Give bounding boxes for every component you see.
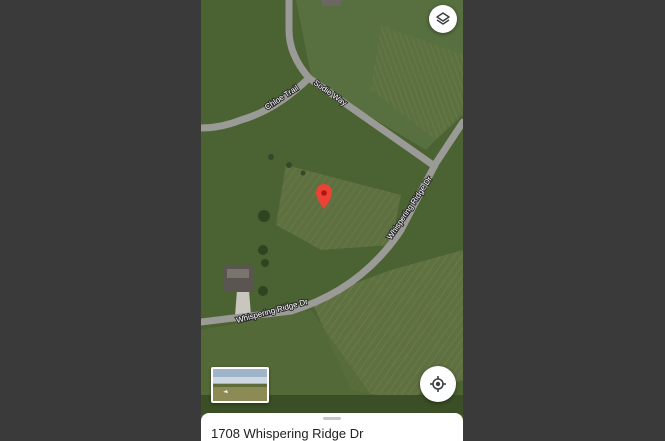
street-view-image bbox=[213, 369, 267, 401]
street-view-thumbnail[interactable] bbox=[211, 367, 269, 403]
my-location-button[interactable] bbox=[420, 366, 456, 402]
house-roof bbox=[227, 269, 249, 278]
tree bbox=[286, 162, 292, 168]
building bbox=[322, 0, 341, 6]
my-location-icon bbox=[430, 376, 446, 392]
place-address: 1708 Whispering Ridge Dr bbox=[211, 426, 364, 441]
sheet-drag-handle[interactable] bbox=[323, 417, 341, 420]
layers-button[interactable] bbox=[429, 5, 457, 33]
tree bbox=[300, 170, 306, 176]
place-bottom-sheet[interactable]: 1708 Whispering Ridge Dr bbox=[201, 413, 463, 441]
tree bbox=[268, 154, 274, 160]
tree bbox=[261, 259, 269, 267]
tree bbox=[258, 286, 268, 296]
map-screen: Chloe Trail Sodie Way Whispering Ridge D… bbox=[201, 0, 463, 441]
layers-icon bbox=[436, 12, 450, 25]
tree bbox=[258, 245, 268, 255]
tree bbox=[258, 210, 270, 222]
